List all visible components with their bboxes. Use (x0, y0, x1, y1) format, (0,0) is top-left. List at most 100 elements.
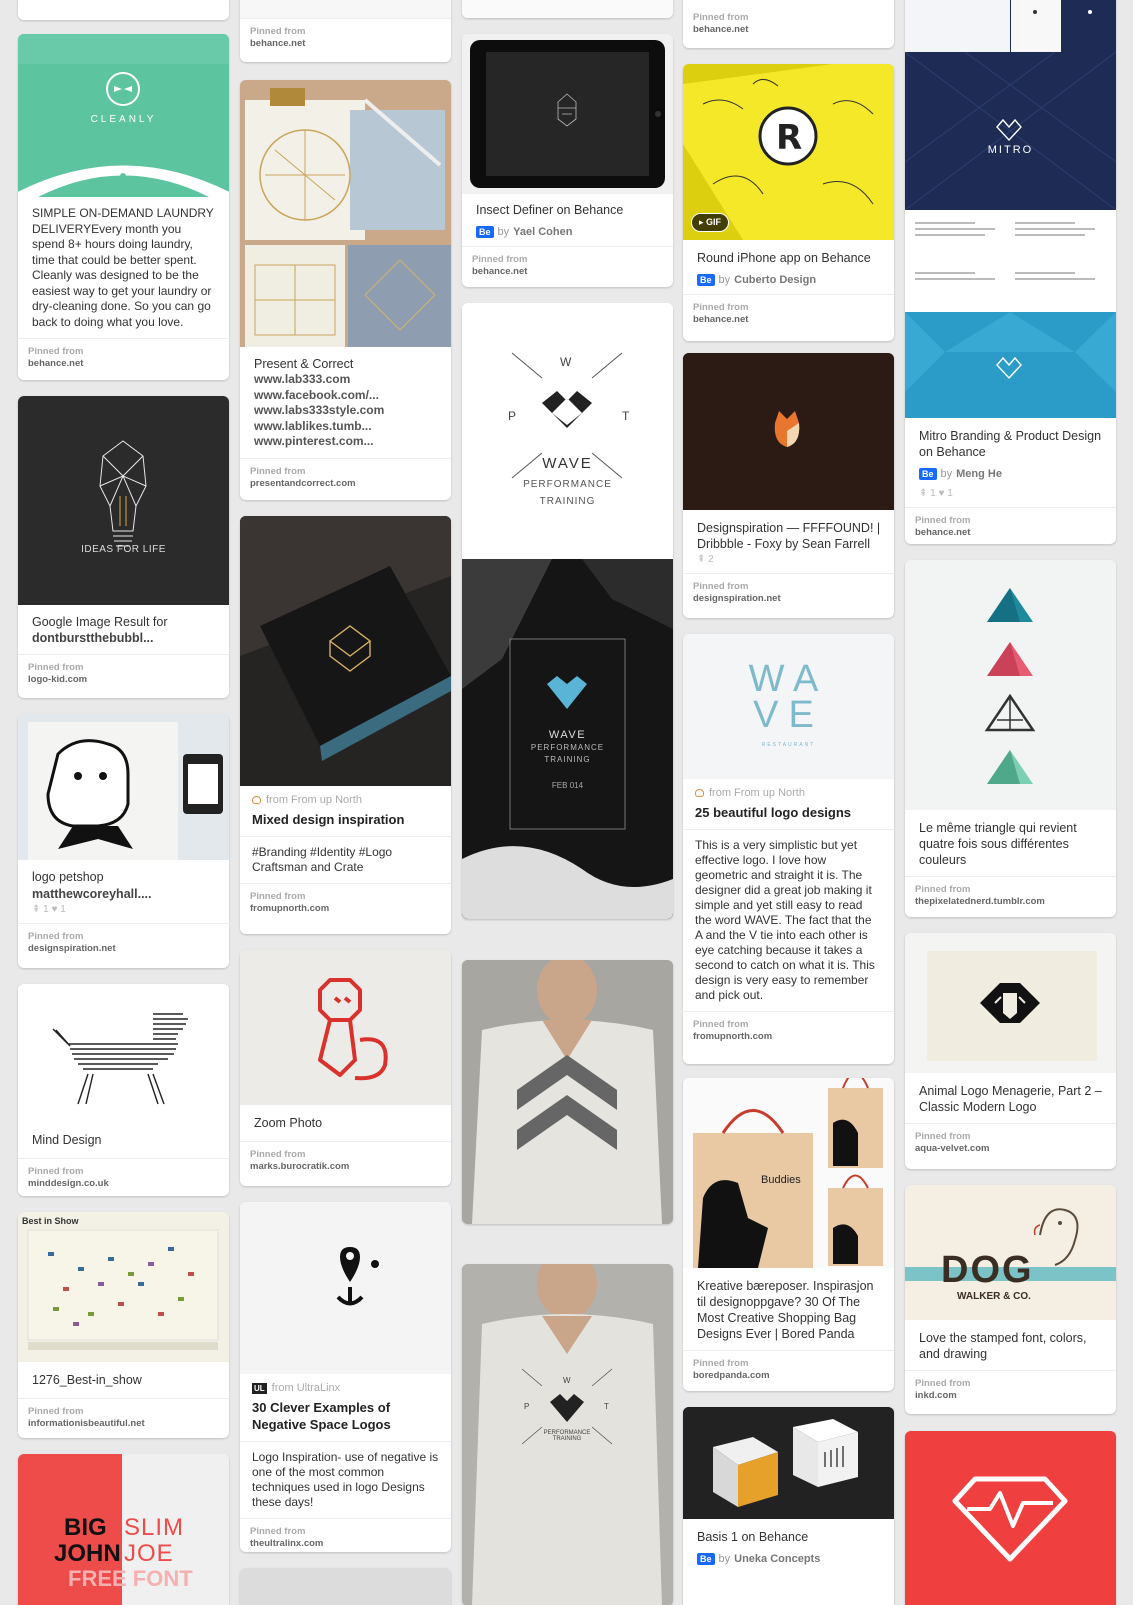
pin-image[interactable] (240, 950, 451, 1105)
pin-title[interactable]: 30 Clever Examples of Negative Space Log… (240, 1394, 451, 1441)
pin-card-petshop[interactable]: logo petshop matthewcoreyhall.... ⇞ 1 ♥ … (18, 714, 229, 968)
pin-card[interactable] (462, 0, 673, 18)
pin-image[interactable]: MITRO (905, 52, 1116, 418)
pin-image[interactable] (683, 353, 894, 510)
pin-card-25-logos[interactable]: WA VE RESTAURANT from From up North 25 b… (683, 634, 894, 1064)
pin-image[interactable]: W P T WAVE PERFORMANCE TRAINING (462, 303, 673, 559)
pin-image[interactable]: WAVE PERFORMANCE TRAINING FEB 014 (462, 559, 673, 919)
pin-image[interactable] (18, 714, 229, 860)
pin-card-round-iphone[interactable]: R ▸ GIF Round iPhone app on Behance Be by… (683, 64, 894, 341)
pin-image[interactable]: DOG WALKER & CO. (905, 1185, 1116, 1320)
pin-card-basis[interactable]: Basis 1 on Behance Be by Uneka Concepts (683, 1407, 894, 1605)
pin-card-font[interactable]: BIG SLIM JOHN JOE FREE FONT (18, 1454, 229, 1605)
pin-source-link[interactable]: inkd.com (915, 1390, 1106, 1402)
pin-source-link[interactable]: presentandcorrect.com (250, 478, 441, 490)
pin-card-negative-space[interactable]: UL from UltraLinx 30 Clever Examples of N… (240, 1202, 451, 1552)
pin-image[interactable] (905, 0, 1116, 52)
pin-card-bulb[interactable]: IDEAS FOR LIFE Google Image Result for d… (18, 396, 229, 698)
pin-source-link[interactable]: behance.net (693, 314, 884, 326)
pin-card-tshirt-2[interactable]: W P T PERFORMANCE TRAINING (462, 1264, 673, 1605)
pin-image[interactable]: IDEAS FOR LIFE (18, 396, 229, 605)
pin-image[interactable]: R ▸ GIF (683, 64, 894, 240)
pin-card[interactable] (240, 1568, 451, 1605)
pin-card-stationery[interactable] (905, 0, 1116, 52)
pin-image[interactable]: Best in Show (18, 1212, 229, 1362)
pin-card[interactable]: Pinned from behance.net (683, 0, 894, 48)
pin-author-link[interactable]: Yael Cohen (513, 226, 572, 238)
pin-title[interactable]: Mixed design inspiration (240, 806, 451, 836)
pin-card-present-correct[interactable]: Present & Correct www.lab333.com www.fac… (240, 80, 451, 500)
pin-link[interactable]: www.lablikes.tumb... (254, 419, 437, 435)
pin-source-link[interactable]: behance.net (915, 527, 1106, 539)
pin-source-link[interactable]: behance.net (693, 24, 884, 36)
pin-source-link[interactable]: marks.burocratik.com (250, 1161, 441, 1173)
pin-image[interactable] (240, 0, 451, 18)
pin-source-link[interactable]: behance.net (250, 38, 441, 50)
pin-image[interactable] (905, 1431, 1116, 1605)
pin-image[interactable] (240, 1568, 451, 1605)
pin-card-mind-design[interactable]: Mind Design Pinned from minddesign.co.uk (18, 984, 229, 1196)
pin-description-link[interactable]: dontburstthebubbl... (18, 630, 229, 654)
pin-image[interactable] (462, 960, 673, 1224)
pin-link[interactable]: www.labs333style.com (254, 403, 437, 419)
pin-card[interactable]: Pinned from behance.net (240, 0, 451, 62)
pin-image[interactable] (905, 933, 1116, 1073)
pin-card-tshirt[interactable] (462, 960, 673, 1224)
pin-card-wave-logo[interactable]: W P T WAVE PERFORMANCE TRAINING (462, 303, 673, 559)
pin-author-link[interactable]: Cuberto Design (734, 274, 816, 286)
pin-image[interactable]: BIG SLIM JOHN JOE FREE FONT (18, 1454, 229, 1605)
pin-author-link[interactable]: Uneka Concepts (734, 1553, 820, 1565)
pin-title[interactable]: 25 beautiful logo designs (683, 799, 894, 829)
pin-from-source[interactable]: from From up North (266, 794, 362, 806)
pin-card-best-in-show[interactable]: Best in Show 1276_Best-in_show Pinned fr… (18, 1212, 229, 1438)
pin-source-link[interactable]: fromupnorth.com (693, 1031, 884, 1043)
pin-source-link[interactable]: boredpanda.com (693, 1370, 884, 1382)
pin-card-foxy[interactable]: Designspiration — FFFFOUND! | Dribbble -… (683, 353, 894, 618)
pin-card-dog-walker[interactable]: DOG WALKER & CO. Love the stamped font, … (905, 1185, 1116, 1414)
pin-card-mitro[interactable]: MITRO Mitro Branding & Product Design on… (905, 52, 1116, 544)
pin-card-animal-logo[interactable]: Animal Logo Menagerie, Part 2 – Classic … (905, 933, 1116, 1169)
pin-source-link[interactable]: designspiration.net (693, 593, 884, 605)
pin-source-link[interactable]: theultralinx.com (250, 1538, 441, 1550)
pin-card-zoom-photo[interactable]: Zoom Photo Pinned from marks.burocratik.c… (240, 950, 451, 1186)
pin-link[interactable]: www.lab333.com (254, 372, 437, 388)
pin-image[interactable] (240, 1202, 451, 1374)
pin-card-mixed-design[interactable]: from From up North Mixed design inspirat… (240, 516, 451, 934)
pin-image[interactable]: CLEANLY (18, 34, 229, 197)
pin-image[interactable] (905, 560, 1116, 810)
pin-source-link[interactable]: minddesign.co.uk (28, 1178, 219, 1190)
pin-card-cleanly[interactable]: CLEANLY SIMPLE ON-DEMAND LAUNDRY DELIVER… (18, 34, 229, 380)
pin-image[interactable] (240, 516, 451, 786)
pin-source-link[interactable]: behance.net (28, 358, 219, 370)
pin-source-link[interactable]: fromupnorth.com (250, 903, 441, 915)
pin-source-link[interactable]: thepixelatednerd.tumblr.com (915, 896, 1106, 908)
pin-image[interactable] (462, 0, 673, 18)
pin-link[interactable]: www.pinterest.com... (254, 434, 437, 450)
gif-badge[interactable]: ▸ GIF (691, 213, 730, 232)
pin-card-shopping-bags[interactable]: Buddies Kreative bæreposer. Inspirasjon … (683, 1078, 894, 1391)
pin-source-link[interactable]: logo-kid.com (28, 674, 219, 686)
pin-image[interactable] (462, 34, 673, 194)
pinned-label: Pinned from (915, 884, 971, 895)
pin-image[interactable]: Buddies (683, 1078, 894, 1268)
pin-image[interactable]: WA VE RESTAURANT (683, 634, 894, 779)
pin-source-link[interactable]: informationisbeautiful.net (28, 1418, 219, 1430)
pin-card[interactable] (18, 0, 229, 20)
pin-image[interactable] (683, 1407, 894, 1519)
pin-author-link[interactable]: Meng He (956, 468, 1002, 480)
pin-link[interactable]: www.facebook.com/... (254, 388, 437, 404)
pin-from-source[interactable]: from From up North (709, 787, 805, 799)
pin-image[interactable] (18, 984, 229, 1122)
pin-source-link[interactable]: aqua-velvet.com (915, 1143, 1106, 1155)
pin-source-link[interactable]: designspiration.net (28, 943, 219, 955)
pin-card-heart-logo[interactable] (905, 1431, 1116, 1605)
pin-image[interactable] (240, 80, 451, 347)
pin-from-source[interactable]: from UltraLinx (272, 1382, 340, 1394)
pin-description-link[interactable]: matthewcoreyhall.... (18, 885, 229, 904)
pin-card-wave-poster[interactable]: WAVE PERFORMANCE TRAINING FEB 014 (462, 559, 673, 919)
repin-like-stats: ⇞ 1 ♥ 1 (919, 488, 953, 499)
pin-image[interactable]: W P T PERFORMANCE TRAINING (462, 1264, 673, 1605)
pin-card-insect-definer[interactable]: Insect Definer on Behance Be by Yael Cohen… (462, 34, 673, 287)
pin-card-triangles[interactable]: Le même triangle qui revient quatre fois… (905, 560, 1116, 917)
pin-source-link[interactable]: behance.net (472, 266, 663, 278)
